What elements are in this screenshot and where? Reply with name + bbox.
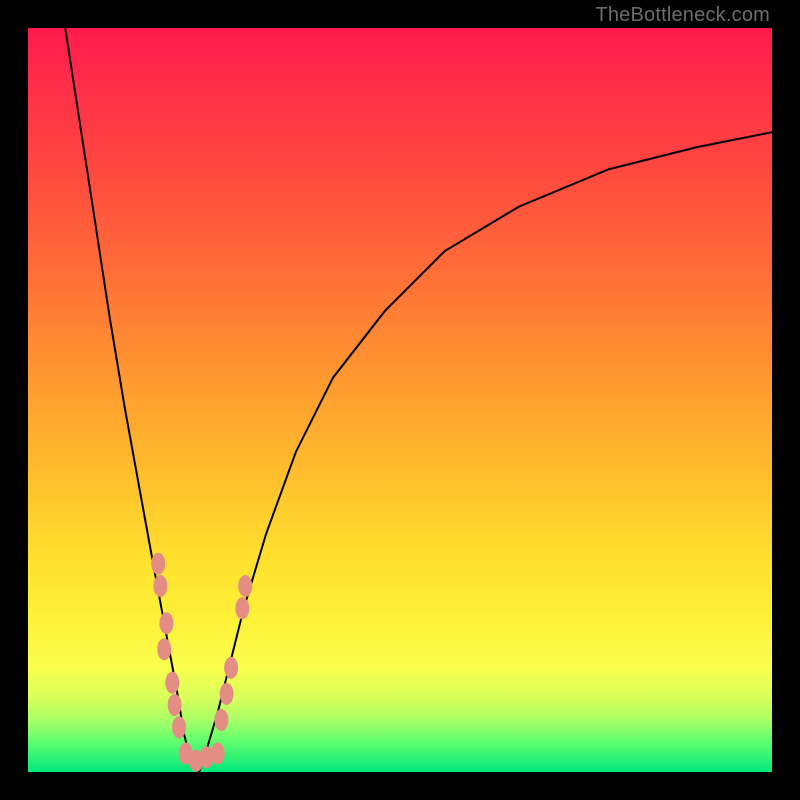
data-marker <box>224 657 238 679</box>
data-marker <box>159 612 173 634</box>
data-marker <box>165 672 179 694</box>
left-curve <box>65 28 199 772</box>
data-marker <box>220 683 234 705</box>
data-marker <box>238 575 252 597</box>
marker-group <box>151 553 252 772</box>
data-marker <box>157 638 171 660</box>
data-marker <box>153 575 167 597</box>
data-marker <box>214 709 228 731</box>
chart-svg <box>28 28 772 772</box>
data-marker <box>172 716 186 738</box>
data-marker <box>168 694 182 716</box>
data-marker <box>151 553 165 575</box>
data-marker <box>211 742 225 764</box>
plot-area <box>28 28 772 772</box>
chart-frame: TheBottleneck.com <box>0 0 800 800</box>
right-curve <box>199 132 772 772</box>
data-marker <box>235 597 249 619</box>
watermark-text: TheBottleneck.com <box>595 4 770 27</box>
